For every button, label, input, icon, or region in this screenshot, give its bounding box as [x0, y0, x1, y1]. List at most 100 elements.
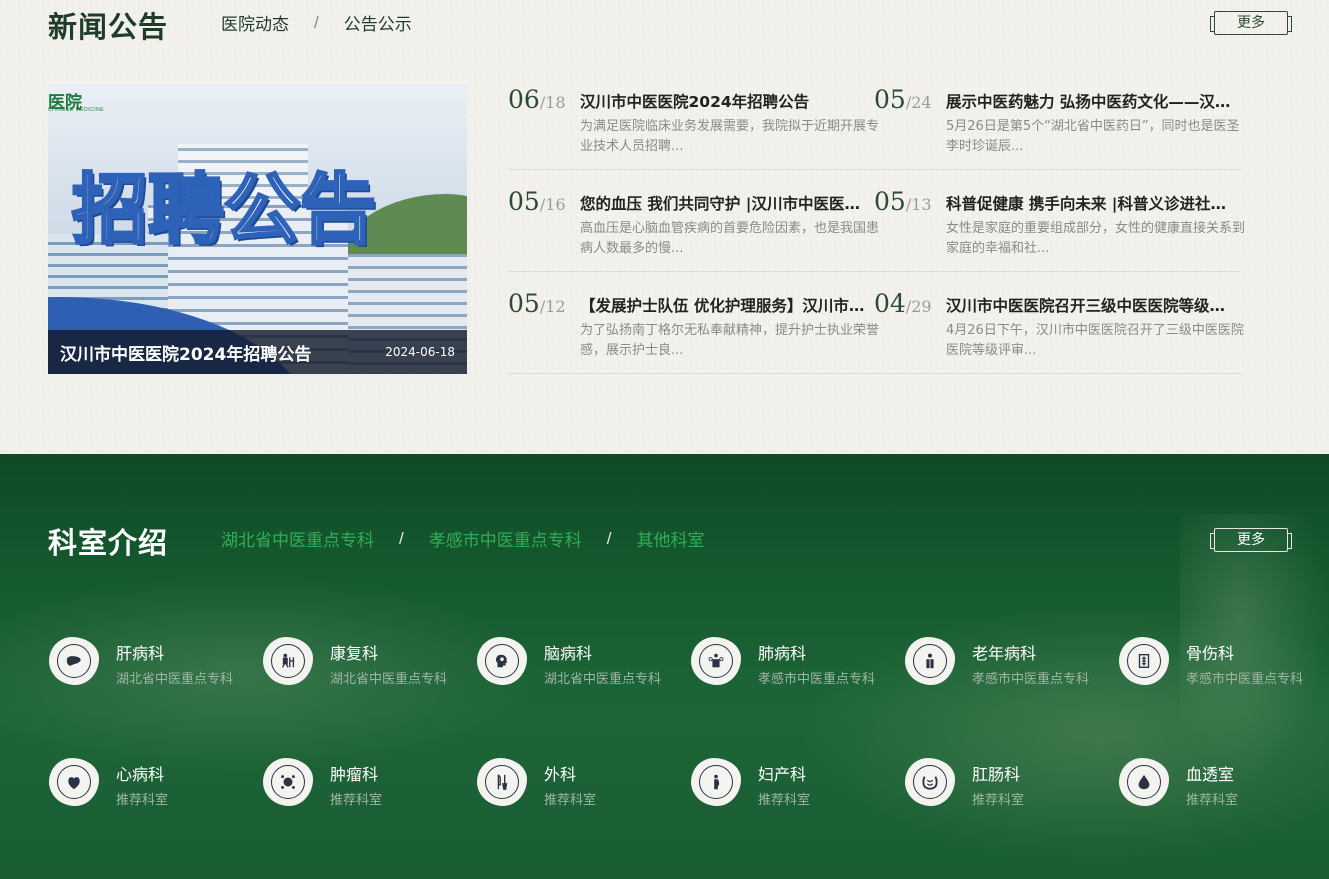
- department-icon-badge: [49, 637, 99, 685]
- department-tag: 湖北省中医重点专科: [116, 672, 234, 687]
- department-tag: 推荐科室: [1186, 793, 1239, 808]
- department-icon-badge: [691, 758, 741, 806]
- department-name: 妇产科: [758, 765, 807, 784]
- news-item-summary: 为满足医院临床业务发展需要，我院拟于近期开展专业技术人员招聘...: [580, 119, 880, 154]
- department-card[interactable]: 肝病科 湖北省中医重点专科: [49, 637, 259, 693]
- tumor-icon: [271, 765, 305, 799]
- department-tag: 推荐科室: [544, 793, 597, 808]
- department-icon-badge: [905, 637, 955, 685]
- featured-caption-bar: 汉川市中医医院2024年招聘公告 2024-06-18: [48, 330, 467, 374]
- department-icon-badge: [263, 637, 313, 685]
- elderly-icon: [913, 644, 947, 678]
- department-card[interactable]: 脑病科 湖北省中医重点专科: [477, 637, 687, 693]
- surgery-icon: [485, 765, 519, 799]
- news-section-title: 新闻公告: [48, 10, 169, 44]
- featured-news-card[interactable]: 医院 CHINESE MEDICINE 招聘公告 汉川市中医医院2024年招聘公…: [48, 84, 467, 374]
- department-name: 肺病科: [758, 644, 807, 663]
- department-icon-badge: [691, 637, 741, 685]
- department-card[interactable]: 肿瘤科 推荐科室: [263, 758, 473, 814]
- department-icon-badge: [1119, 637, 1169, 685]
- bone-icon: [1127, 644, 1161, 678]
- news-list-item[interactable]: 05/13 科普促健康 携手向未来 |科普义诊进社区活动 女性是家庭的重要组成部…: [874, 187, 1245, 287]
- department-name: 肿瘤科: [330, 765, 379, 784]
- obstetrics-icon: [699, 765, 733, 799]
- news-list-item[interactable]: 05/24 展示中医药魅力 弘扬中医药文化——汉川市中医医院开展湖北省中医药日活…: [874, 85, 1240, 185]
- news-section: 新闻公告 医院动态 / 公告公示 更多 医院 CHINESE MEDICINE …: [0, 0, 1329, 454]
- department-name: 外科: [544, 765, 577, 784]
- department-tag: 推荐科室: [116, 793, 169, 808]
- news-divider: [508, 373, 1241, 374]
- brain-icon: [485, 644, 519, 678]
- blood-drop-icon: [1127, 765, 1161, 799]
- news-more-button[interactable]: 更多: [1210, 11, 1292, 35]
- hospital-logo-subtitle: CHINESE MEDICINE: [48, 107, 105, 113]
- news-item-title[interactable]: 科普促健康 携手向未来 |科普义诊进社区活动: [946, 192, 1234, 214]
- department-tag: 湖北省中医重点专科: [330, 672, 448, 687]
- news-date: 06/18: [508, 85, 566, 114]
- tab-separator: /: [314, 12, 319, 32]
- departments-more-button[interactable]: 更多: [1210, 528, 1292, 552]
- news-item-summary: 5月26日是第5个“湖北省中医药日”，同时也是医圣李时珍诞辰...: [946, 119, 1240, 154]
- news-list-item[interactable]: 04/29 汉川市中医医院召开三级中医医院等级评审动员大会 4月26日下午，汉川…: [874, 289, 1244, 389]
- department-card[interactable]: 妇产科 推荐科室: [691, 758, 901, 814]
- department-icon-badge: [477, 637, 527, 685]
- department-icon-badge: [263, 758, 313, 806]
- news-divider: [508, 169, 1241, 170]
- news-item-title[interactable]: 【发展护士队伍 优化护理服务】汉川市中医医院庆祝国际护士节: [580, 294, 868, 316]
- department-tabs: 湖北省中医重点专科 / 孝感市中医重点专科 / 其他科室: [221, 526, 704, 552]
- department-name: 骨伤科: [1186, 644, 1235, 663]
- department-name: 老年病科: [972, 644, 1037, 663]
- news-item-summary: 高血压是心脑血管疾病的首要危险因素，也是我国患病人数最多的慢...: [580, 221, 880, 256]
- department-tag: 推荐科室: [330, 793, 383, 808]
- tab-separator: /: [399, 528, 404, 548]
- featured-image-headline: 招聘公告: [71, 164, 378, 256]
- tab-announcements[interactable]: 公告公示: [344, 10, 412, 35]
- news-date: 05/16: [508, 187, 566, 216]
- department-card[interactable]: 肛肠科 推荐科室: [905, 758, 1115, 814]
- lung-icon: [699, 644, 733, 678]
- department-card[interactable]: 骨伤科 孝感市中医重点专科: [1119, 637, 1329, 693]
- news-date: 05/24: [874, 85, 932, 114]
- department-icon-badge: [477, 758, 527, 806]
- department-card[interactable]: 心病科 推荐科室: [49, 758, 259, 814]
- intestine-icon: [913, 765, 947, 799]
- tab-separator: /: [606, 528, 612, 548]
- department-icon-badge: [49, 758, 99, 806]
- department-card[interactable]: 外科 推荐科室: [477, 758, 687, 814]
- news-date: 05/13: [874, 187, 932, 216]
- department-tag: 孝感市中医重点专科: [758, 672, 876, 687]
- news-item-summary: 为了弘扬南丁格尔无私奉献精神，提升护士执业荣誉感，展示护士良...: [580, 323, 880, 358]
- news-item-title[interactable]: 展示中医药魅力 弘扬中医药文化——汉川市中医医院开展湖北省中医药日活动: [946, 90, 1234, 112]
- news-item-title[interactable]: 您的血压 我们共同守护 |汉川市中医医院开展世界高血压日义诊活动: [580, 192, 868, 214]
- department-name: 脑病科: [544, 644, 593, 663]
- department-name: 血透室: [1186, 765, 1235, 784]
- department-card[interactable]: 肺病科 孝感市中医重点专科: [691, 637, 901, 693]
- tab-hospital-news[interactable]: 医院动态: [221, 10, 289, 35]
- news-item-summary: 4月26日下午，汉川市中医医院召开了三级中医医院医院等级评审...: [946, 323, 1244, 358]
- news-date: 04/29: [874, 289, 932, 318]
- tab-hubei-key-specialty[interactable]: 湖北省中医重点专科: [221, 526, 374, 551]
- department-tag: 湖北省中医重点专科: [544, 672, 662, 687]
- department-card[interactable]: 老年病科 孝感市中医重点专科: [905, 637, 1115, 693]
- news-divider: [508, 271, 1241, 272]
- news-list-item[interactable]: 06/18 汉川市中医医院2024年招聘公告 为满足医院临床业务发展需要，我院拟…: [508, 85, 879, 185]
- department-name: 肛肠科: [972, 765, 1021, 784]
- tab-other-departments[interactable]: 其他科室: [636, 526, 704, 551]
- news-item-summary: 女性是家庭的重要组成部分，女性的健康直接关系到家庭的幸福和社...: [946, 221, 1246, 256]
- heart-icon: [57, 765, 91, 799]
- departments-section-title: 科室介绍: [48, 526, 169, 560]
- news-item-title[interactable]: 汉川市中医医院2024年招聘公告: [580, 90, 868, 112]
- department-card[interactable]: 康复科 湖北省中医重点专科: [263, 637, 473, 693]
- news-date: 05/12: [508, 289, 566, 318]
- news-list-item[interactable]: 05/12 【发展护士队伍 优化护理服务】汉川市中医医院庆祝国际护士节 为了弘扬…: [508, 289, 879, 389]
- featured-news-title[interactable]: 汉川市中医医院2024年招聘公告: [60, 340, 311, 365]
- news-item-title[interactable]: 汉川市中医医院召开三级中医医院等级评审动员大会: [946, 294, 1234, 316]
- department-icon-badge: [1119, 758, 1169, 806]
- department-icon-badge: [905, 758, 955, 806]
- tab-xiaogan-key-specialty[interactable]: 孝感市中医重点专科: [429, 526, 582, 551]
- department-name: 康复科: [330, 644, 379, 663]
- news-list-item[interactable]: 05/16 您的血压 我们共同守护 |汉川市中医医院开展世界高血压日义诊活动 高…: [508, 187, 879, 287]
- department-name: 肝病科: [116, 644, 165, 663]
- department-card[interactable]: 血透室 推荐科室: [1119, 758, 1329, 814]
- liver-icon: [57, 644, 91, 678]
